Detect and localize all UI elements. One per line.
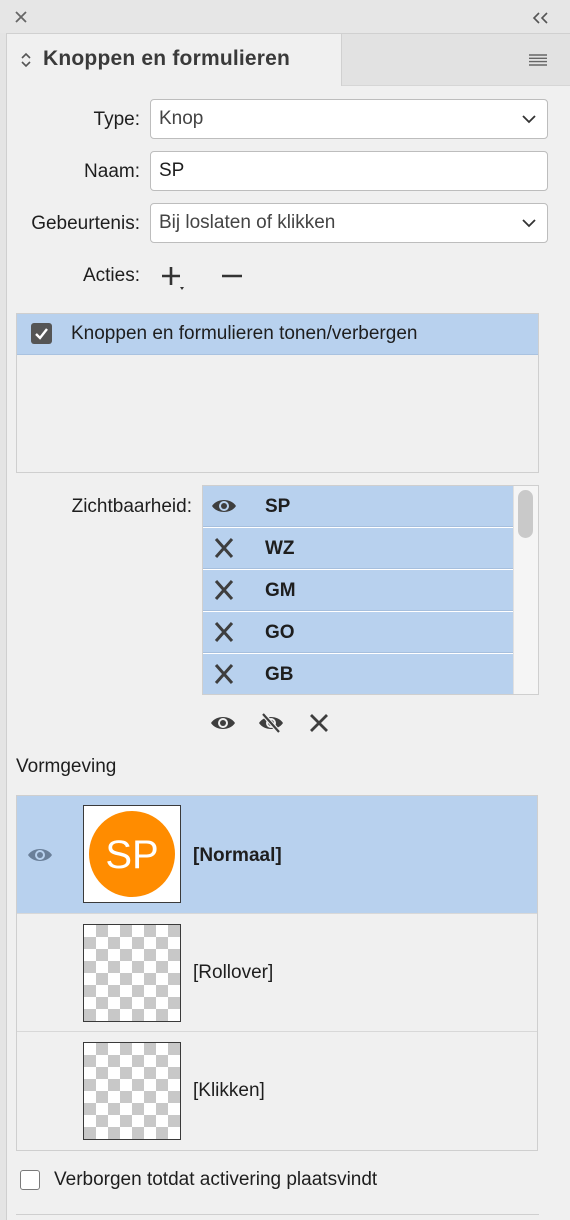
eye-icon[interactable] xyxy=(27,845,53,865)
visibility-item-name: GM xyxy=(265,580,296,601)
event-label: Gebeurtenis: xyxy=(31,213,140,234)
action-item-label: Knoppen en formulieren tonen/verbergen xyxy=(71,323,418,344)
event-dropdown[interactable]: Bij loslaten of klikken xyxy=(150,203,548,243)
x-icon[interactable] xyxy=(211,621,237,643)
show-all-icon[interactable] xyxy=(210,713,236,733)
ignore-visibility-icon[interactable] xyxy=(309,713,329,733)
state-thumbnail-click xyxy=(83,1042,181,1140)
x-icon[interactable] xyxy=(211,663,237,685)
action-enabled-checkbox[interactable] xyxy=(31,323,52,344)
chevron-down-icon xyxy=(522,219,536,228)
state-label-normal: [Normaal] xyxy=(193,845,282,866)
chevron-down-icon xyxy=(522,115,536,124)
visibility-item[interactable]: WZ xyxy=(203,528,514,569)
type-label: Type: xyxy=(93,109,140,130)
svg-text:SP: SP xyxy=(105,833,158,877)
name-field[interactable]: SP xyxy=(150,151,548,191)
type-dropdown[interactable]: Knop xyxy=(150,99,548,139)
name-label: Naam: xyxy=(84,161,140,182)
visibility-item-name: WZ xyxy=(265,538,295,559)
state-row-normal[interactable]: SP [Normaal] xyxy=(17,796,537,914)
appearance-label: Vormgeving xyxy=(16,756,117,777)
state-label-rollover: [Rollover] xyxy=(193,962,274,983)
state-row-click[interactable]: [Klikken] xyxy=(17,1032,537,1150)
state-label-click: [Klikken] xyxy=(193,1080,265,1101)
hide-all-icon[interactable] xyxy=(257,712,285,734)
eye-icon[interactable] xyxy=(211,495,237,517)
close-icon[interactable] xyxy=(14,10,28,24)
add-action-icon[interactable] xyxy=(160,265,188,291)
name-value: SP xyxy=(159,160,185,181)
hidden-until-triggered-checkbox[interactable] xyxy=(20,1170,40,1190)
divider xyxy=(16,1214,539,1215)
visibility-item-name: SP xyxy=(265,496,291,517)
collapse-panel-icon[interactable] xyxy=(532,12,550,24)
panel-menu-icon[interactable] xyxy=(528,53,548,67)
panel-tab-row: Knoppen en formulieren xyxy=(7,34,570,86)
action-item[interactable]: Knoppen en formulieren tonen/verbergen xyxy=(17,314,538,355)
hidden-until-triggered-label: Verborgen totdat activering plaatsvindt xyxy=(54,1169,378,1190)
buttons-forms-panel: Knoppen en formulieren Type: Knop Naam: … xyxy=(0,0,570,1220)
scrollbar-thumb[interactable] xyxy=(518,490,533,538)
panel-tab[interactable]: Knoppen en formulieren xyxy=(7,34,342,86)
state-row-rollover[interactable]: [Rollover] xyxy=(17,914,537,1032)
visibility-item[interactable]: GB xyxy=(203,654,514,694)
visibility-label: Zichtbaarheid: xyxy=(71,496,192,517)
remove-action-icon[interactable] xyxy=(221,266,243,286)
type-value: Knop xyxy=(159,108,204,129)
visibility-list[interactable]: SP WZ GM GO GB xyxy=(202,485,539,695)
panel-titlebar xyxy=(0,0,570,34)
actions-list: Knoppen en formulieren tonen/verbergen xyxy=(16,313,539,473)
visibility-scrollbar[interactable] xyxy=(513,486,538,694)
state-thumbnail-normal: SP xyxy=(83,805,181,903)
event-value: Bij loslaten of klikken xyxy=(159,212,336,233)
sp-button-graphic: SP xyxy=(89,811,175,897)
visibility-item[interactable]: GO xyxy=(203,612,514,653)
checkmark-icon xyxy=(35,328,48,340)
panel-left-edge xyxy=(0,33,7,1220)
visibility-item[interactable]: SP xyxy=(203,486,514,527)
visibility-item-name: GO xyxy=(265,622,295,643)
actions-label: Acties: xyxy=(82,265,140,286)
state-thumbnail-rollover xyxy=(83,924,181,1022)
panel-title: Knoppen en formulieren xyxy=(43,47,291,70)
appearance-state-list: SP [Normaal] [Rollover] [Klikken] xyxy=(16,795,538,1151)
x-icon[interactable] xyxy=(211,537,237,559)
x-icon[interactable] xyxy=(211,579,237,601)
visibility-item-name: GB xyxy=(265,664,294,685)
visibility-item[interactable]: GM xyxy=(203,570,514,611)
expand-collapse-icon[interactable] xyxy=(20,52,32,68)
